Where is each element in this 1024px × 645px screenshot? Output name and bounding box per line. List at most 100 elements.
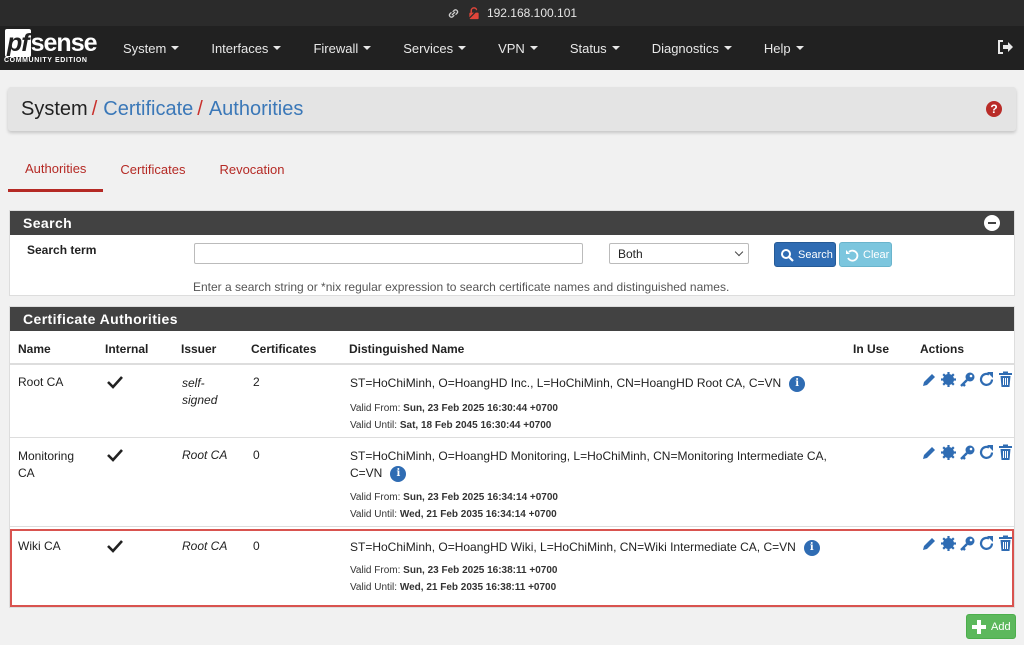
tab-authorities[interactable]: Authorities <box>8 148 104 192</box>
logout-icon[interactable] <box>996 38 1016 58</box>
address-text: 192.168.100.101 <box>486 6 578 20</box>
ca-cert-count: 2 <box>253 375 260 389</box>
clear-button[interactable]: Clear <box>839 242 892 267</box>
caret-down-icon <box>273 46 282 50</box>
ca-issuer: Root CA <box>182 539 228 553</box>
ca-name: Wiki CA <box>18 539 61 553</box>
caret-down-icon <box>795 46 804 50</box>
ca-issuer: Root CA <box>182 448 228 462</box>
valid-until: Valid Until: Wed, 21 Feb 2035 16:38:11 +… <box>350 582 557 593</box>
edition-label: COMMUNITY EDITION <box>4 57 88 64</box>
nav-firewall[interactable]: Firewall <box>297 26 387 70</box>
search-button[interactable]: Search <box>774 242 836 267</box>
row-actions <box>921 444 1014 461</box>
tab-revocation[interactable]: Revocation <box>202 148 301 190</box>
table-row-highlighted: Wiki CA Root CA 0 ST=HoChiMinh, O=HoangH… <box>10 529 1014 607</box>
valid-until: Valid Until: Sat, 18 Feb 2045 16:30:44 +… <box>350 420 552 431</box>
valid-from: Valid From: Sun, 23 Feb 2025 16:34:14 +0… <box>350 492 558 503</box>
key-icon[interactable] <box>959 371 976 388</box>
ca-cert-count: 0 <box>253 448 260 462</box>
trash-icon[interactable] <box>997 371 1014 388</box>
breadcrumb-root: System <box>21 97 88 120</box>
caret-down-icon <box>529 46 538 50</box>
check-icon <box>107 448 123 462</box>
valid-from: Valid From: Sun, 23 Feb 2025 16:38:11 +0… <box>350 565 558 576</box>
pencil-icon[interactable] <box>921 444 938 461</box>
gear-badge-icon[interactable] <box>940 444 957 461</box>
col-actions: Actions <box>920 342 965 356</box>
gear-badge-icon[interactable] <box>940 371 957 388</box>
col-certificates: Certificates <box>251 342 317 356</box>
key-icon[interactable] <box>959 444 976 461</box>
ca-panel-header: Certificate Authorities <box>10 307 1014 331</box>
search-panel-header: Search <box>10 211 1014 235</box>
nav-services[interactable]: Services <box>387 26 482 70</box>
caret-down-icon <box>611 46 620 50</box>
info-icon[interactable]: i <box>803 539 820 556</box>
ca-cert-count: 0 <box>253 539 260 553</box>
nav-diagnostics[interactable]: Diagnostics <box>636 26 748 70</box>
search-scope-select[interactable]: Both <box>609 243 749 264</box>
nav-vpn[interactable]: VPN <box>482 26 554 70</box>
check-icon <box>107 375 123 389</box>
refresh-icon[interactable] <box>978 444 995 461</box>
caret-down-icon <box>171 46 180 50</box>
col-issuer: Issuer <box>181 342 217 356</box>
search-term-input[interactable] <box>194 243 583 264</box>
col-internal: Internal <box>105 342 149 356</box>
caret-down-icon <box>458 46 467 50</box>
breadcrumb-certificate[interactable]: Certificate <box>103 98 193 121</box>
browser-address-bar[interactable]: 192.168.100.101 <box>0 0 1024 26</box>
gear-badge-icon[interactable] <box>940 535 957 552</box>
search-term-label: Search term <box>27 243 97 257</box>
row-actions <box>921 371 1014 388</box>
row-actions <box>921 535 1014 552</box>
nav-help[interactable]: Help <box>748 26 820 70</box>
ca-name: Monitoring CA <box>18 449 75 480</box>
ca-distinguished-name: ST=HoChiMinh, O=HoangHD Inc., L=HoChiMin… <box>350 375 840 392</box>
key-icon[interactable] <box>959 535 976 552</box>
info-icon[interactable]: i <box>789 375 806 392</box>
plus-icon <box>972 619 986 634</box>
top-navbar: pfsense COMMUNITY EDITION System Interfa… <box>0 26 1024 70</box>
breadcrumb: System / Certificate / Authorities ? <box>8 87 1016 131</box>
nav-interfaces[interactable]: Interfaces <box>195 26 297 70</box>
tab-bar: Authorities Certificates Revocation <box>8 148 302 192</box>
valid-from: Valid From: Sun, 23 Feb 2025 16:30:44 +0… <box>350 403 558 414</box>
table-row: Root CA self-signed 2 ST=HoChiMinh, O=Ho… <box>10 365 1014 438</box>
caret-down-icon <box>363 46 372 50</box>
pfsense-logo[interactable]: pfsense COMMUNITY EDITION <box>0 26 104 70</box>
valid-until: Valid Until: Wed, 21 Feb 2035 16:34:14 +… <box>350 509 557 520</box>
undo-icon <box>845 248 859 262</box>
breadcrumb-authorities[interactable]: Authorities <box>209 98 304 121</box>
pencil-icon[interactable] <box>921 371 938 388</box>
insecure-lock-icon <box>467 6 481 20</box>
check-icon <box>107 539 123 553</box>
magnifier-icon <box>780 248 794 262</box>
refresh-icon[interactable] <box>978 535 995 552</box>
collapse-icon[interactable] <box>984 215 1000 231</box>
refresh-icon[interactable] <box>978 371 995 388</box>
trash-icon[interactable] <box>997 535 1014 552</box>
caret-down-icon <box>723 46 732 50</box>
table-row: Monitoring CA Root CA 0 ST=HoChiMinh, O=… <box>10 438 1014 527</box>
trash-icon[interactable] <box>997 444 1014 461</box>
chevron-down-icon <box>734 247 744 257</box>
search-hint: Enter a search string or *nix regular ex… <box>193 280 730 294</box>
ca-issuer: self-signed <box>182 376 218 407</box>
add-button[interactable]: Add <box>966 614 1016 639</box>
ca-distinguished-name: ST=HoChiMinh, O=HoangHD Monitoring, L=Ho… <box>350 449 827 482</box>
nav-system[interactable]: System <box>104 26 195 70</box>
nav-status[interactable]: Status <box>554 26 636 70</box>
col-name: Name <box>18 342 51 356</box>
ca-name: Root CA <box>18 375 64 389</box>
link-icon <box>447 6 461 20</box>
pencil-icon[interactable] <box>921 535 938 552</box>
help-icon[interactable]: ? <box>986 101 1002 117</box>
ca-distinguished-name: ST=HoChiMinh, O=HoangHD Wiki, L=HoChiMin… <box>350 539 840 556</box>
tab-certificates[interactable]: Certificates <box>103 148 202 190</box>
info-icon[interactable]: i <box>390 465 407 482</box>
ca-panel: Certificate Authorities Name Internal Is… <box>9 306 1015 608</box>
col-in-use: In Use <box>853 342 890 356</box>
table-header: Name Internal Issuer Certificates Distin… <box>10 331 1014 365</box>
